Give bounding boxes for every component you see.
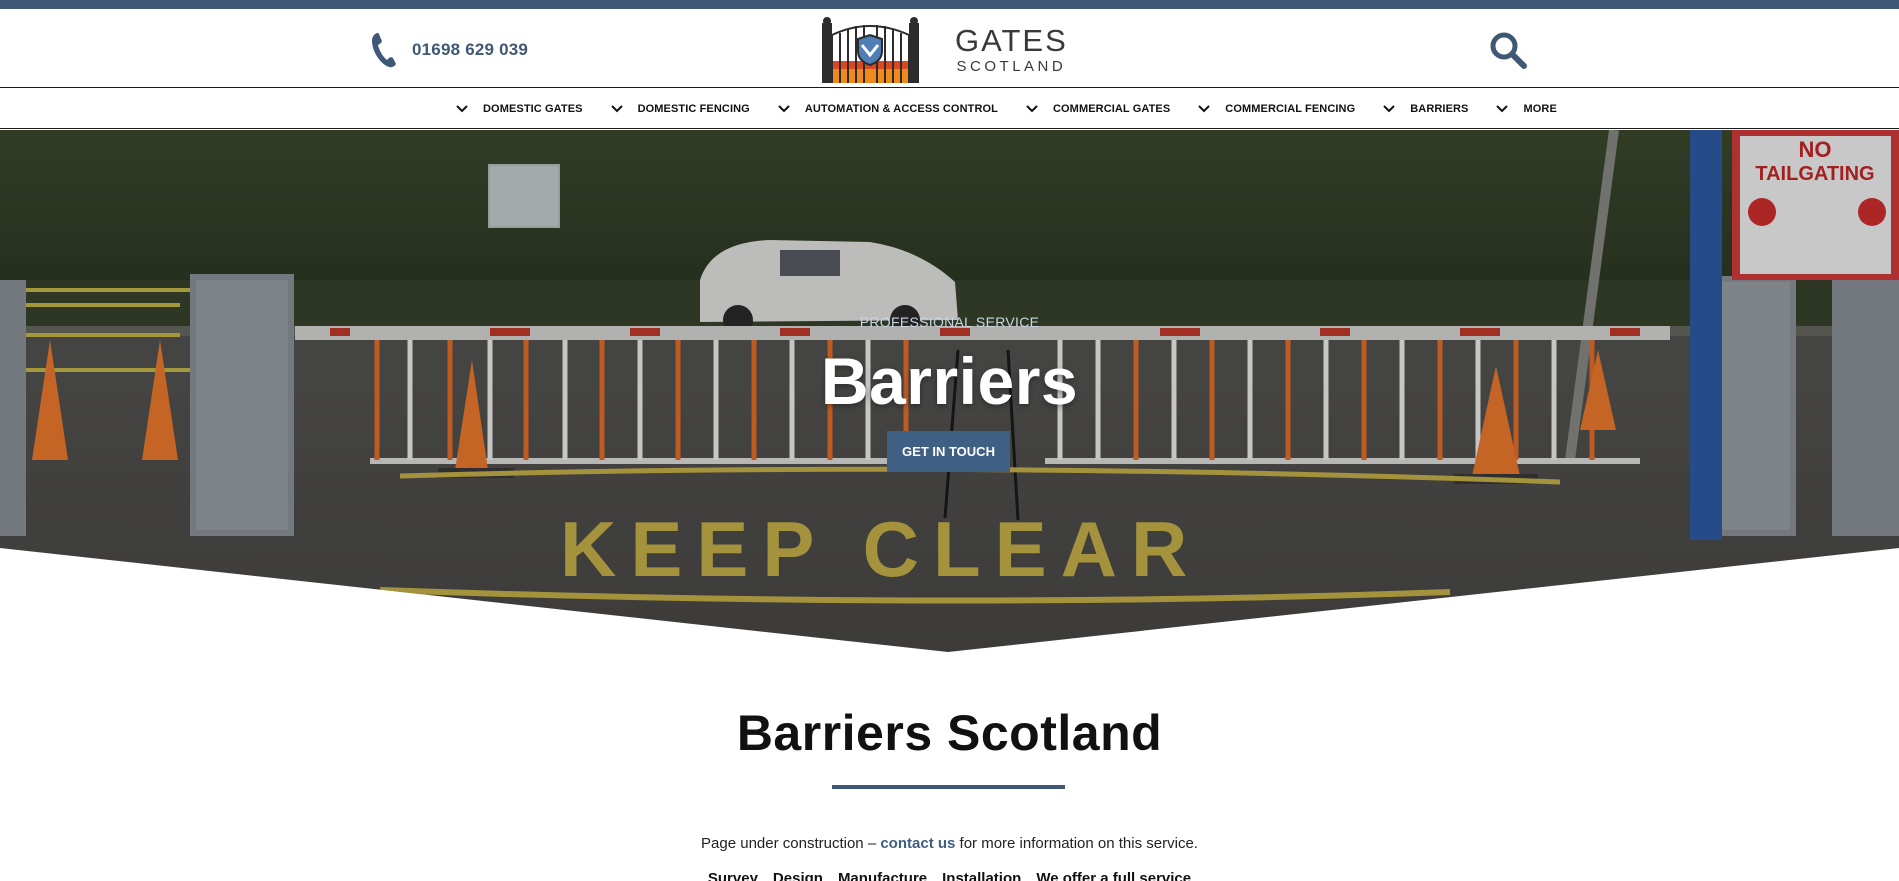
- chevron-down-icon: [456, 105, 468, 113]
- service-item: Design: [772, 870, 823, 881]
- main-content: Barriers Scotland Page under constructio…: [0, 652, 1899, 881]
- chevron-down-icon: [1026, 105, 1038, 113]
- search-button[interactable]: [1488, 30, 1528, 70]
- nav-item-label: MORE: [1523, 102, 1557, 115]
- contact-us-link[interactable]: contact us: [880, 835, 955, 852]
- notice-text-before: Page under construction –: [701, 835, 881, 852]
- chevron-down-icon: [610, 105, 623, 113]
- nav-item-barriers[interactable]: BARRIERS: [1383, 88, 1468, 129]
- chevron-down-icon: [1496, 105, 1509, 113]
- nav-item-commercial-fencing[interactable]: COMMERCIAL FENCING: [1198, 88, 1355, 129]
- site-header: 01698 629 039 GATES SCOTLAND: [0, 9, 1899, 88]
- hero-title: Barriers: [820, 344, 1079, 418]
- main-navigation: DOMESTIC GATES DOMESTIC FENCING AUTOMATI…: [0, 88, 1899, 129]
- chevron-down-icon: [1198, 105, 1211, 113]
- chevron-down-icon: [1383, 105, 1395, 113]
- nav-item-automation-access-control[interactable]: AUTOMATION & ACCESS CONTROL: [778, 88, 998, 129]
- top-accent-strip: [0, 0, 1899, 9]
- nav-item-domestic-gates[interactable]: DOMESTIC GATES: [456, 88, 583, 129]
- nav-item-more[interactable]: MORE: [1496, 88, 1557, 129]
- hero-content: PROFESSIONAL SERVICE Barriers GET IN TOU…: [0, 130, 1899, 652]
- phone-icon: [372, 32, 396, 68]
- services-list: Survey Design Manufacture Installation W…: [0, 870, 1899, 881]
- page-heading: Barriers Scotland: [736, 705, 1163, 761]
- service-item: We offer a full service: [1036, 870, 1192, 881]
- nav-item-label: DOMESTIC FENCING: [637, 102, 750, 115]
- notice-text-after: for more information on this service.: [955, 835, 1198, 852]
- search-icon: [1490, 32, 1527, 69]
- logo-wordmark: GATES SCOTLAND: [955, 25, 1068, 75]
- hero-eyebrow: PROFESSIONAL SERVICE: [859, 314, 1040, 330]
- nav-item-label: COMMERCIAL FENCING: [1225, 102, 1356, 115]
- site-logo[interactable]: GATES SCOTLAND: [822, 17, 1068, 83]
- nav-item-label: BARRIERS: [1410, 102, 1469, 115]
- logo-line-2: SCOTLAND: [956, 58, 1067, 75]
- hero-banner: NO TAILGATING KEEP CLEAR PROFESSIONAL SE…: [0, 130, 1899, 652]
- nav-item-label: AUTOMATION & ACCESS CONTROL: [804, 102, 998, 115]
- service-item: Manufacture: [837, 870, 928, 881]
- nav-item-domestic-fencing[interactable]: DOMESTIC FENCING: [610, 88, 750, 129]
- get-in-touch-button[interactable]: GET IN TOUCH: [887, 431, 1010, 472]
- gate-logo-icon: [822, 17, 919, 83]
- service-item: Survey: [707, 870, 758, 881]
- nav-item-commercial-gates[interactable]: COMMERCIAL GATES: [1026, 88, 1170, 129]
- phone-number: 01698 629 039: [412, 40, 529, 59]
- heading-divider: [832, 785, 1065, 789]
- chevron-down-icon: [778, 105, 790, 113]
- phone-link[interactable]: 01698 629 039: [370, 31, 528, 69]
- nav-item-label: COMMERCIAL GATES: [1052, 102, 1171, 115]
- construction-notice: Page under construction – contact us for…: [0, 835, 1899, 852]
- nav-item-label: DOMESTIC GATES: [483, 102, 583, 115]
- service-item: Installation: [942, 870, 1022, 881]
- logo-line-1: GATES: [955, 23, 1068, 58]
